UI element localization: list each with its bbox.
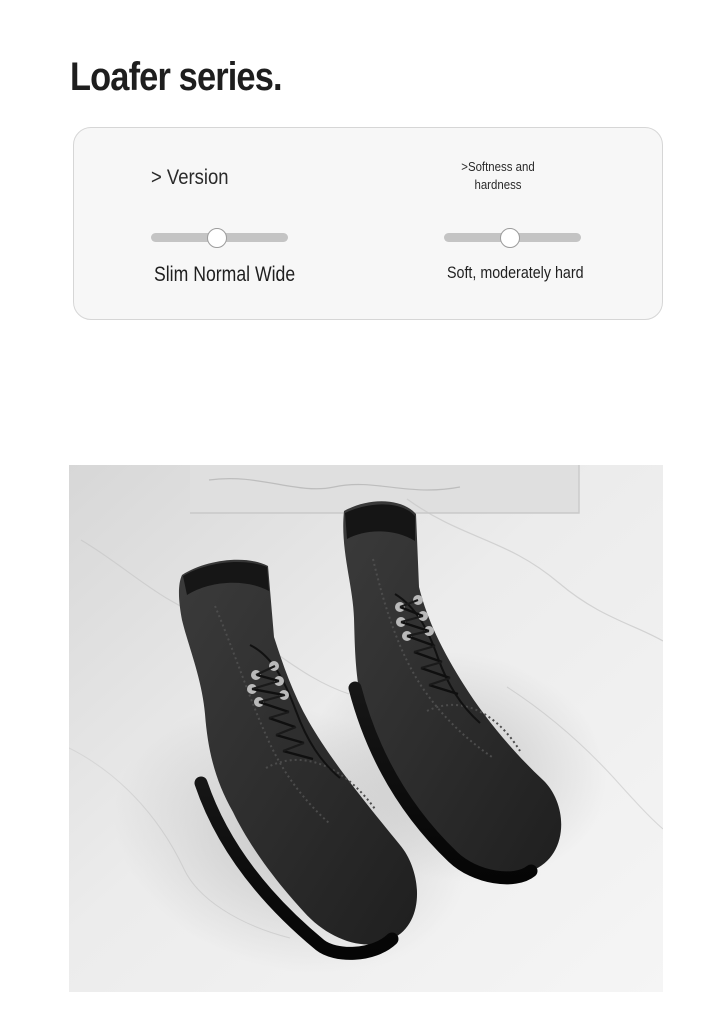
softness-slider[interactable] (444, 227, 581, 248)
product-photo (69, 465, 663, 992)
version-heading: > Version (151, 166, 229, 189)
version-slider[interactable] (151, 227, 288, 248)
version-caption: Slim Normal Wide (154, 263, 296, 286)
softness-heading: >Softness and hardness (461, 159, 535, 192)
spec-card: > Version Slim Normal Wide >Softness and… (73, 127, 663, 320)
boots-image (69, 465, 663, 992)
version-slider-thumb[interactable] (206, 227, 227, 248)
softness-caption: Soft, moderately hard (447, 263, 584, 282)
page-title: Loafer series. (70, 54, 283, 99)
softness-slider-thumb[interactable] (499, 227, 520, 248)
